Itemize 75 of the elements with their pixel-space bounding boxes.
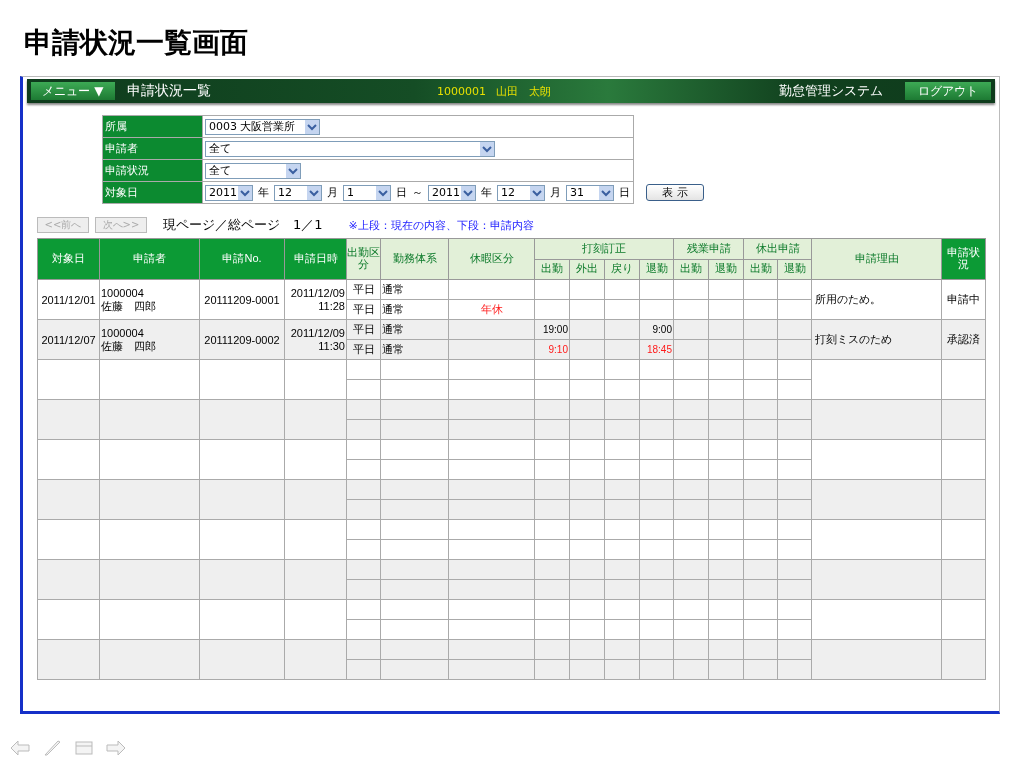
- table-cell: 平日: [352, 283, 375, 295]
- table-cell: 2011/12/07: [37, 319, 100, 360]
- table-cell: 11:28: [318, 299, 345, 313]
- user-id: 1000001: [437, 84, 486, 98]
- table-cell-text: 1000004: [101, 286, 145, 300]
- dropdown[interactable]: 2011: [428, 184, 476, 201]
- table-cell: 平日: [352, 303, 375, 315]
- table-cell: 通常: [382, 323, 404, 335]
- system-name: 勤怠管理システム: [779, 82, 883, 100]
- table-cell: 打刻ミスのため: [811, 319, 942, 360]
- table-cell: 承認済: [941, 319, 986, 360]
- table-cell: 所用のため。: [811, 279, 942, 320]
- menu-icon[interactable]: [74, 740, 94, 756]
- table-cell: 2011/12/01: [37, 279, 100, 320]
- column-header: 対象日: [37, 238, 100, 280]
- column-header: 残業申請: [673, 238, 744, 259]
- table-cell-text: 1000004: [101, 326, 145, 340]
- date-unit: 日: [396, 185, 407, 200]
- dropdown[interactable]: 12: [497, 184, 545, 201]
- column-header: 申請者: [99, 238, 200, 280]
- table-cell: 平日: [352, 343, 375, 355]
- date-unit: ～: [412, 185, 423, 200]
- column-header: 申請理由: [811, 238, 942, 280]
- date-unit: 日: [619, 185, 630, 200]
- dropdown[interactable]: 0003 大阪営業所: [205, 118, 320, 135]
- filter-label: 申請状況: [102, 159, 203, 182]
- column-header: 申請No.: [199, 238, 285, 280]
- logout-button[interactable]: ログアウト: [905, 82, 991, 100]
- table-cell: 18:45: [646, 344, 672, 355]
- dropdown[interactable]: 全て: [205, 140, 495, 157]
- table-cell: 申請中: [941, 279, 986, 320]
- column-header: 休暇区分: [448, 238, 535, 280]
- screen-title: 申請状況一覧: [127, 82, 211, 100]
- menu-button[interactable]: メニュー ▼: [31, 82, 115, 100]
- date-unit: 年: [258, 185, 269, 200]
- date-unit: 月: [327, 185, 338, 200]
- table-cell: 2011/12/09: [290, 286, 345, 300]
- column-header: 休出申請: [743, 238, 812, 259]
- dropdown[interactable]: 全て: [205, 162, 301, 179]
- column-header: 勤務体系: [380, 238, 449, 280]
- table-cell: 通常: [382, 283, 404, 295]
- filter-label: 申請者: [102, 137, 203, 160]
- user-name: 山田 太朗: [496, 83, 551, 99]
- table-cell: 19:00: [542, 324, 568, 335]
- table-cell: 平日: [352, 323, 375, 335]
- dropdown[interactable]: 2011: [205, 184, 253, 201]
- table-cell: 年休: [480, 303, 503, 315]
- filter-label: 対象日: [102, 181, 203, 204]
- table-cell: 9:00: [652, 324, 672, 335]
- dropdown[interactable]: 12: [274, 184, 322, 201]
- date-unit: 月: [550, 185, 561, 200]
- table-cell: 11:30: [318, 339, 345, 353]
- pen-icon[interactable]: [42, 740, 62, 756]
- table-cell-text: 佐藤 四郎: [101, 299, 157, 313]
- page-info: 現ページ／総ページ 1／1: [163, 216, 323, 234]
- forward-arrow-icon[interactable]: [106, 740, 126, 756]
- column-header: 出勤区分: [346, 238, 381, 280]
- back-arrow-icon[interactable]: [10, 740, 30, 756]
- date-unit: 年: [481, 185, 492, 200]
- dropdown[interactable]: 31: [566, 184, 614, 201]
- note-text: ※上段：現在の内容、下段：申請内容: [348, 217, 534, 233]
- table-cell: 20111209-0001: [199, 279, 285, 320]
- filter-label: 所属: [102, 115, 203, 138]
- table-cell: 通常: [382, 303, 404, 315]
- table-cell: 通常: [382, 343, 404, 355]
- column-header: 申請日時: [284, 238, 347, 280]
- show-button[interactable]: 表 示: [646, 184, 704, 201]
- column-header: 申請状況: [941, 238, 986, 280]
- slide-title: 申請状況一覧画面: [23, 25, 249, 61]
- table-cell: 20111209-0002: [199, 319, 285, 360]
- column-header: 打刻訂正: [534, 238, 674, 259]
- table-cell-text: 佐藤 四郎: [101, 339, 157, 353]
- table-cell: 9:10: [548, 344, 568, 355]
- dropdown[interactable]: 1: [343, 184, 391, 201]
- table-cell: 2011/12/09: [290, 326, 345, 340]
